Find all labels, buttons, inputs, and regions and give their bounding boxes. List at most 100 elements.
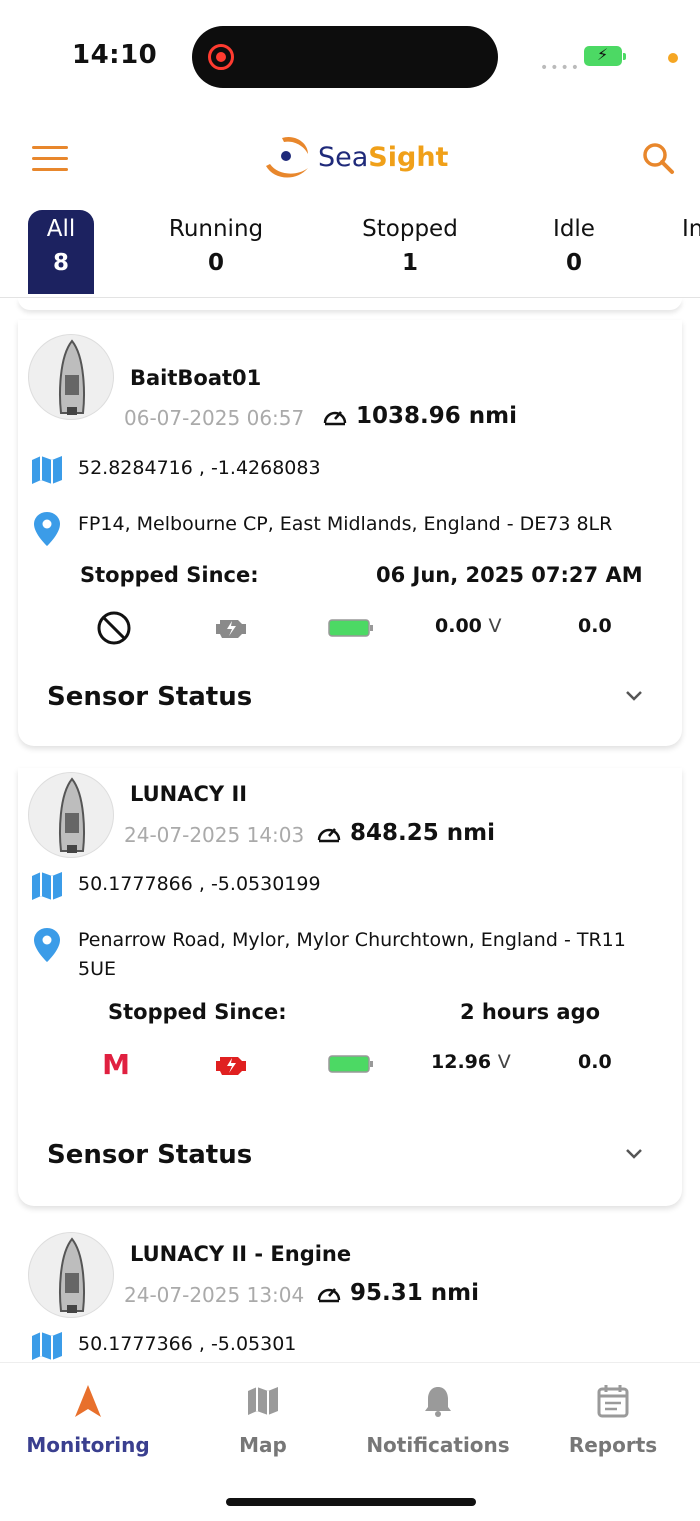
engine-icon — [214, 612, 250, 642]
vessel-card[interactable]: BaitBoat01 06-07-2025 06:57 1038.96 nmi … — [18, 320, 682, 746]
battery-level-icon — [328, 618, 374, 638]
address-row: Penarrow Road, Mylor, Mylor Churchtown, … — [30, 926, 658, 984]
sensor-status-label[interactable]: Sensor Status — [47, 682, 252, 712]
vessel-last-update: 24-07-2025 14:03 — [124, 823, 305, 847]
tab-label: Running — [168, 216, 264, 242]
app-header: SeaSight — [0, 120, 700, 196]
privacy-indicator-icon — [668, 53, 678, 63]
app-logo: SeaSight — [260, 132, 448, 182]
boat-avatar — [28, 772, 114, 858]
boat-avatar — [28, 1232, 114, 1318]
map-icon — [32, 872, 62, 900]
distance-value: 848.25 nmi — [350, 820, 495, 846]
map-icon — [32, 456, 62, 484]
status-bar: 14:10 •••• ⚡ — [0, 0, 700, 110]
vessel-distance: 95.31 nmi — [316, 1280, 479, 1306]
secondary-reading: 0.0 — [578, 1051, 612, 1073]
vessel-card[interactable]: LUNACY II - Engine 24-07-2025 13:04 95.3… — [18, 1228, 682, 1362]
coordinates-row[interactable]: 52.8284716 , -1.4268083 — [30, 454, 321, 486]
tab-label: Idle — [553, 216, 595, 242]
since-label: Stopped Since: — [80, 563, 259, 587]
tab-idle[interactable]: Idle 0 — [534, 210, 614, 294]
nav-monitoring[interactable]: Monitoring — [13, 1381, 163, 1457]
dynamic-island — [192, 26, 498, 88]
voltage-reading: 12.96 V — [431, 1051, 511, 1073]
voltage-unit: V — [488, 615, 502, 637]
since-label: Stopped Since: — [108, 1000, 287, 1024]
vessel-name: BaitBoat01 — [130, 366, 262, 390]
home-indicator[interactable] — [226, 1498, 476, 1506]
calendar-report-icon — [597, 1385, 629, 1418]
signal-icon: •••• — [540, 60, 582, 76]
recording-icon — [208, 44, 234, 70]
voltage-reading: 0.00 V — [435, 615, 502, 637]
manual-mode-icon: M — [102, 1047, 130, 1081]
logo-text-sight: Sight — [368, 141, 449, 173]
coordinates-row[interactable]: 50.1777366 , -5.05301 — [30, 1330, 296, 1362]
nav-notifications[interactable]: Notifications — [363, 1381, 513, 1457]
speedometer-icon — [317, 828, 341, 843]
tab-label: Stopped — [362, 216, 458, 242]
vessel-list[interactable]: BaitBoat01 06-07-2025 06:57 1038.96 nmi … — [0, 298, 700, 1362]
speedometer-icon — [317, 1288, 341, 1303]
voltage-unit: V — [497, 1051, 511, 1073]
location-pin-icon — [34, 928, 60, 962]
hamburger-menu-icon[interactable] — [32, 146, 68, 172]
tab-running[interactable]: Running 0 — [156, 210, 276, 294]
nav-label: Reports — [568, 1433, 658, 1457]
nav-map[interactable]: Map — [188, 1381, 338, 1457]
boat-avatar — [28, 334, 114, 420]
previous-card-edge — [18, 298, 682, 310]
tab-count: 0 — [565, 250, 582, 276]
navigation-arrow-icon — [75, 1385, 101, 1417]
vessel-distance: 1038.96 nmi — [322, 403, 517, 429]
address-text: Penarrow Road, Mylor, Mylor Churchtown, … — [78, 929, 626, 980]
logo-text-sea: Sea — [318, 141, 369, 173]
tab-label: All — [46, 216, 76, 242]
no-entry-icon — [96, 610, 132, 646]
map-icon — [248, 1387, 278, 1415]
since-value: 2 hours ago — [460, 1000, 601, 1024]
boat-icon — [59, 777, 85, 853]
engine-icon — [214, 1049, 250, 1079]
nav-reports[interactable]: Reports — [538, 1381, 688, 1457]
battery-level-icon — [328, 1054, 374, 1074]
vessel-last-update: 24-07-2025 13:04 — [124, 1283, 305, 1307]
vessel-name: LUNACY II — [130, 782, 248, 806]
map-icon — [32, 1332, 62, 1360]
chevron-down-icon[interactable] — [622, 684, 646, 708]
coordinates-text: 50.1777366 , -5.05301 — [78, 1333, 297, 1355]
tab-count: 8 — [52, 250, 69, 276]
tab-label: In — [682, 216, 700, 242]
address-text: FP14, Melbourne CP, East Midlands, Engla… — [78, 513, 613, 535]
status-filter-tabs: All 8 Running 0 Stopped 1 Idle 0 In — [0, 208, 700, 298]
nav-label: Monitoring — [26, 1433, 150, 1457]
address-row: FP14, Melbourne CP, East Midlands, Engla… — [30, 510, 658, 548]
bell-icon — [425, 1387, 451, 1417]
boat-icon — [59, 339, 85, 415]
boat-icon — [59, 1237, 85, 1313]
distance-value: 1038.96 nmi — [356, 403, 517, 429]
battery-charging-icon: ⚡ — [584, 45, 626, 66]
tab-stopped[interactable]: Stopped 1 — [350, 210, 470, 294]
chevron-down-icon[interactable] — [622, 1142, 646, 1166]
vessel-distance: 848.25 nmi — [316, 820, 495, 846]
vessel-last-update: 06-07-2025 06:57 — [124, 406, 305, 430]
seasight-logo-icon — [266, 136, 308, 178]
since-value: 06 Jun, 2025 07:27 AM — [376, 563, 643, 587]
coordinates-text: 52.8284716 , -1.4268083 — [78, 457, 321, 479]
voltage-value: 12.96 — [431, 1051, 492, 1073]
nav-label: Notifications — [366, 1433, 510, 1457]
coordinates-text: 50.1777866 , -5.0530199 — [78, 873, 321, 895]
distance-value: 95.31 nmi — [350, 1280, 479, 1306]
sensor-status-label[interactable]: Sensor Status — [47, 1140, 252, 1170]
vessel-card[interactable]: LUNACY II 24-07-2025 14:03 848.25 nmi 50… — [18, 768, 682, 1206]
coordinates-row[interactable]: 50.1777866 , -5.0530199 — [30, 870, 321, 902]
secondary-reading: 0.0 — [578, 615, 612, 637]
search-icon[interactable] — [640, 140, 676, 176]
tab-all[interactable]: All 8 — [28, 210, 94, 294]
tab-count: 1 — [401, 250, 418, 276]
tab-count: 0 — [207, 250, 224, 276]
status-time: 14:10 — [72, 40, 158, 70]
tab-inactive[interactable]: In — [682, 210, 700, 294]
